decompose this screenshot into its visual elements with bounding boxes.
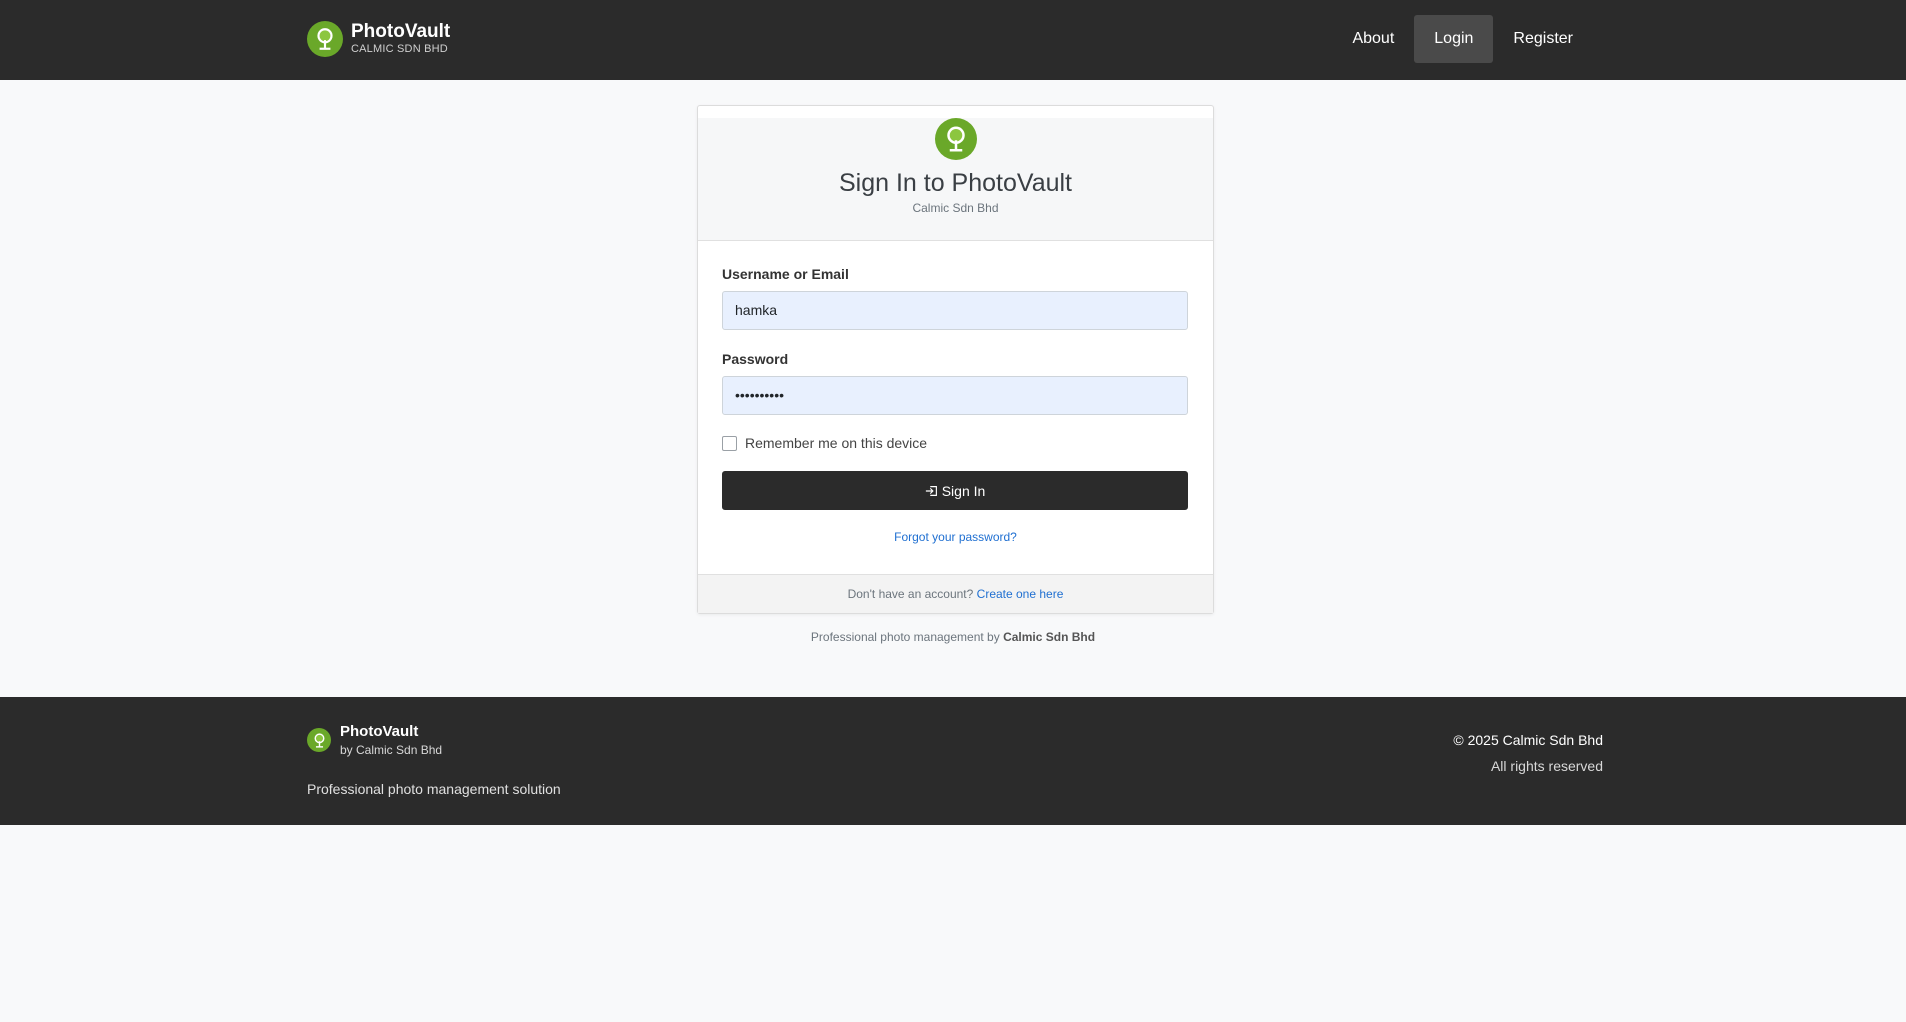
login-arrow-icon: [925, 485, 937, 496]
username-input[interactable]: hamka: [722, 291, 1188, 330]
nav-register[interactable]: Register: [1493, 15, 1593, 63]
brand-link[interactable]: PhotoVault CALMIC SDN BHD: [307, 21, 450, 57]
remember-row: Remember me on this device: [722, 435, 1189, 451]
tree-logo-icon: [307, 728, 331, 752]
forgot-password-link[interactable]: Forgot your password?: [722, 530, 1189, 544]
footer-copyright-block: © 2025 Calmic Sdn Bhd All rights reserve…: [1453, 732, 1603, 774]
site-footer: PhotoVault by Calmic Sdn Bhd Professiona…: [0, 697, 1906, 825]
footer-description: Professional photo management solution: [307, 781, 561, 797]
login-form: Username or Email hamka Password •••••••…: [698, 241, 1213, 574]
tagline-company: Calmic Sdn Bhd: [1003, 630, 1096, 644]
brand-company: CALMIC SDN BHD: [351, 43, 448, 55]
create-account-link[interactable]: Create one here: [977, 587, 1064, 601]
footer-brand: PhotoVault by Calmic Sdn Bhd: [307, 723, 442, 757]
nav-menu: About Login Register: [1332, 15, 1593, 63]
footer-copyright: © 2025 Calmic Sdn Bhd: [1453, 732, 1603, 748]
remember-label[interactable]: Remember me on this device: [745, 435, 927, 451]
no-account-text: Don't have an account?: [847, 587, 974, 601]
footer-brand-name: PhotoVault: [340, 723, 419, 740]
sign-in-button[interactable]: Sign In: [722, 471, 1188, 510]
login-subtitle: Calmic Sdn Bhd: [912, 201, 999, 215]
password-input[interactable]: ••••••••••: [722, 376, 1188, 415]
login-card-header: Sign In to PhotoVault Calmic Sdn Bhd: [698, 118, 1213, 241]
username-label: Username or Email: [722, 266, 849, 282]
tagline: Professional photo management by Calmic …: [0, 630, 1906, 644]
footer-by: by Calmic Sdn Bhd: [340, 743, 443, 757]
login-title: Sign In to PhotoVault: [838, 169, 1073, 197]
login-card: Sign In to PhotoVault Calmic Sdn Bhd Use…: [697, 105, 1214, 614]
login-card-footer: Don't have an account? Create one here: [698, 574, 1213, 613]
nav-login[interactable]: Login: [1414, 15, 1494, 63]
password-label: Password: [722, 351, 789, 367]
footer-rights: All rights reserved: [1490, 758, 1603, 774]
nav-about[interactable]: About: [1332, 15, 1414, 63]
remember-checkbox[interactable]: [722, 435, 737, 451]
tree-logo-icon: [307, 21, 343, 57]
tree-logo-icon: [934, 118, 977, 160]
top-navbar: PhotoVault CALMIC SDN BHD About Login Re…: [0, 0, 1906, 80]
tagline-prefix: Professional photo management by: [810, 630, 1000, 644]
brand-name: PhotoVault: [351, 21, 451, 42]
sign-in-label: Sign In: [941, 482, 986, 499]
